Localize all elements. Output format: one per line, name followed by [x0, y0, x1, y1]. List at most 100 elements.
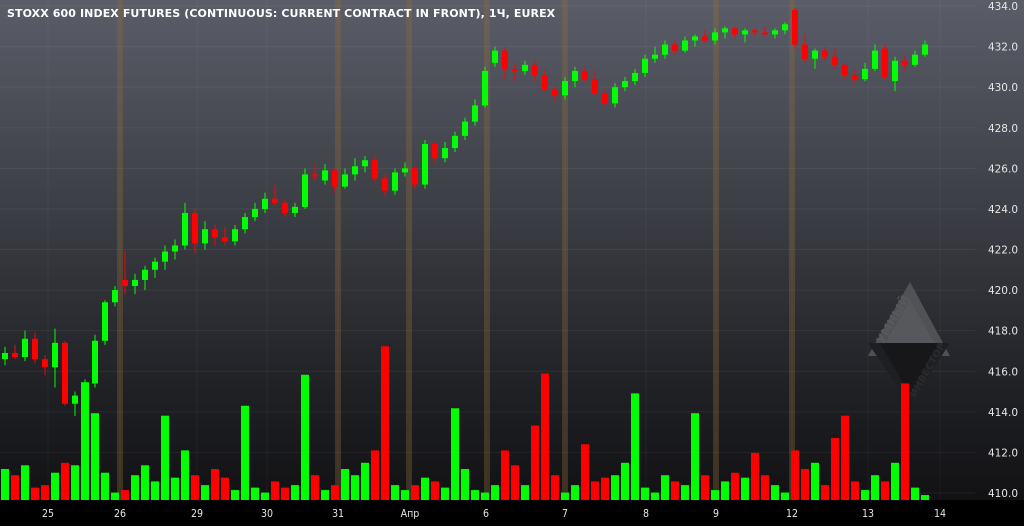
day-separator: [789, 0, 795, 500]
volume-bar: [461, 469, 469, 500]
volume-bar: [911, 487, 919, 500]
volume-bar: [561, 492, 569, 500]
candle-body: [692, 36, 698, 41]
candle-body: [882, 48, 888, 78]
candle-body: [302, 174, 308, 207]
date-tick-label: 26: [114, 508, 126, 520]
candle-body: [312, 174, 318, 177]
volume-bar: [241, 405, 249, 500]
volume-bar: [331, 485, 339, 500]
candle-body: [372, 160, 378, 179]
candle-body: [272, 198, 278, 203]
price-tick-label: 418.0: [988, 326, 1018, 338]
volume-bar: [541, 373, 549, 500]
candle-body: [472, 105, 478, 122]
price-chart[interactable]: УМНЫЙ ИНВЕСТОР 434.0432.0430.0428.0426.0…: [0, 0, 1024, 526]
volume-bar: [921, 495, 929, 500]
volume-bar: [871, 475, 879, 500]
volume-bar: [351, 475, 359, 500]
volume-bar: [861, 490, 869, 500]
candle-body: [12, 352, 18, 358]
volume-bar: [701, 475, 709, 500]
candle-body: [152, 261, 158, 270]
candle-body: [362, 160, 368, 167]
candle-body: [432, 143, 438, 159]
volume-bar: [661, 475, 669, 500]
volume-bar: [501, 450, 509, 500]
candle-body: [132, 279, 138, 287]
volume-bar: [1, 469, 9, 500]
candle-body: [782, 24, 788, 31]
candle-body: [262, 198, 268, 209]
volume-bar: [591, 481, 599, 500]
candle-body: [32, 338, 38, 360]
candle-body: [492, 50, 498, 63]
candle-body: [762, 32, 768, 35]
volume-bar: [761, 475, 769, 500]
price-tick-label: 424.0: [988, 204, 1018, 216]
volume-bar: [641, 487, 649, 500]
volume-bar: [371, 450, 379, 500]
candle-body: [852, 74, 858, 80]
date-tick-label: 29: [191, 508, 203, 520]
candle-body: [232, 229, 238, 242]
candle-body: [172, 245, 178, 252]
volume-bar: [261, 492, 269, 500]
volume-bar: [311, 475, 319, 500]
volume-bar: [821, 485, 829, 500]
candle-body: [462, 121, 468, 136]
candle-body: [2, 352, 8, 360]
day-separator: [335, 0, 341, 500]
candle-body: [842, 64, 848, 75]
chart-window: УМНЫЙ ИНВЕСТОР 434.0 432.0 430.0 428.0 426.0…: [0, 0, 1024, 526]
candle-body: [732, 28, 738, 35]
volume-bar: [291, 485, 299, 500]
volume-bar: [71, 465, 79, 500]
candle-body: [862, 68, 868, 80]
price-tick-label: 432.0: [988, 42, 1018, 54]
candle-body: [562, 81, 568, 96]
price-tick-label: 412.0: [988, 447, 1018, 459]
candle-body: [242, 217, 248, 230]
volume-bar: [101, 472, 109, 500]
candle-body: [42, 359, 48, 368]
volume-bar: [711, 490, 719, 500]
volume-bar: [581, 444, 589, 500]
candle-body: [822, 50, 828, 57]
price-tick-label: 426.0: [988, 163, 1018, 175]
volume-bar: [801, 469, 809, 500]
volume-bar: [851, 481, 859, 500]
day-separator: [117, 0, 123, 500]
volume-bar: [111, 492, 119, 500]
volume-bar: [491, 485, 499, 500]
candle-body: [502, 50, 508, 69]
candle-body: [52, 342, 58, 368]
volume-bar: [841, 415, 849, 500]
candle-body: [122, 279, 128, 287]
candle-body: [102, 302, 108, 341]
candle-body: [772, 30, 778, 35]
price-tick-label: 414.0: [988, 407, 1018, 419]
volume-bar: [201, 485, 209, 500]
volume-bar: [381, 346, 389, 500]
volume-bar: [221, 477, 229, 500]
chart-title: STOXX 600 INDEX FUTURES (CONTINUOUS: CUR…: [7, 7, 556, 20]
candle-body: [482, 70, 488, 106]
date-tick-label: 8: [643, 508, 649, 520]
volume-bar: [161, 415, 169, 500]
candle-body: [392, 172, 398, 191]
volume-bar: [831, 438, 839, 500]
candle-body: [832, 56, 838, 65]
candle-body: [532, 64, 538, 75]
candle-body: [802, 44, 808, 59]
volume-bar: [891, 462, 899, 500]
volume-bar: [751, 452, 759, 500]
candle-body: [642, 58, 648, 73]
day-separator: [713, 0, 719, 500]
date-tick-label: 14: [934, 508, 946, 520]
volume-bar: [901, 383, 909, 500]
volume-bar: [191, 475, 199, 500]
price-tick-label: 430.0: [988, 82, 1018, 94]
volume-bar: [11, 475, 19, 500]
volume-bar: [521, 485, 529, 500]
